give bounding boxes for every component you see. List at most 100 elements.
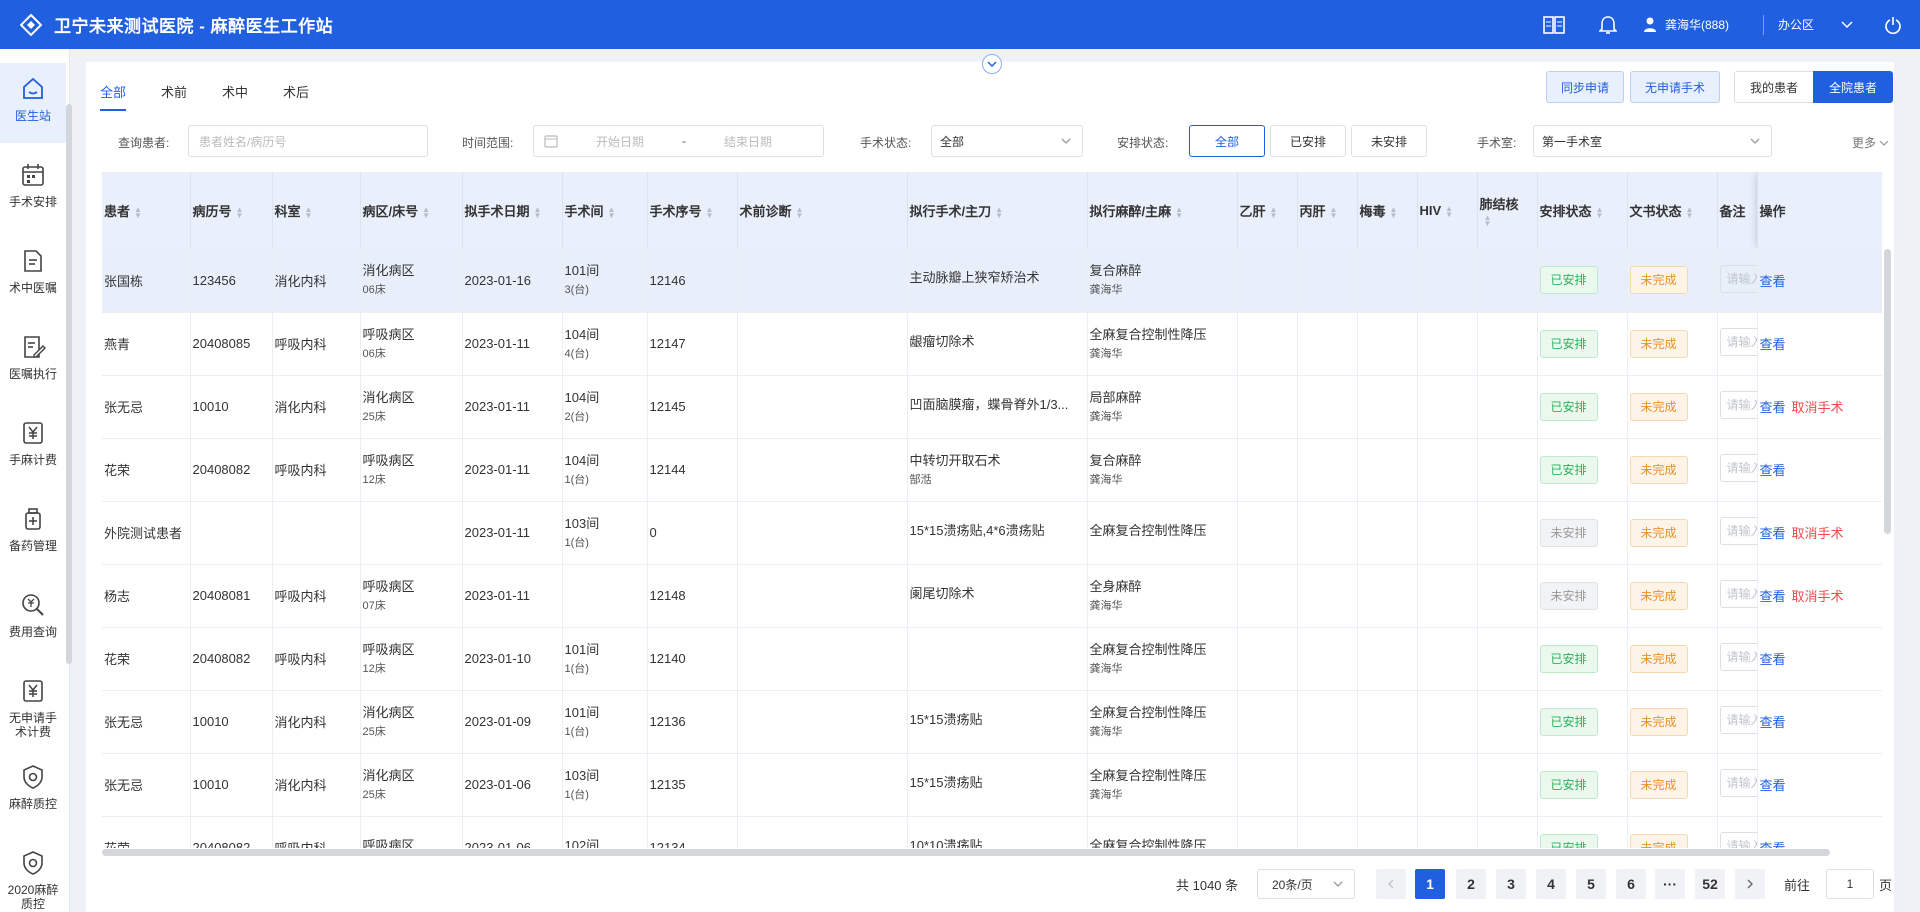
office-selector[interactable]: 办公区 [1778,16,1814,33]
view-link[interactable]: 查看 [1760,715,1786,730]
page-number-button[interactable]: 2 [1456,869,1486,899]
sort-icon[interactable]: ▲ ▼ [1390,205,1398,219]
end-date-input[interactable]: 结束日期 [708,133,788,150]
all-patients-button[interactable]: 全院患者 [1813,71,1893,103]
my-patients-button[interactable]: 我的患者 [1734,71,1814,103]
table-vertical-scrollbar[interactable] [1884,249,1891,534]
arrange-arranged-option[interactable]: 已安排 [1270,125,1346,157]
view-link[interactable]: 查看 [1760,589,1786,604]
sidebar-item-order-execution[interactable]: 医嘱执行 [0,321,66,401]
power-icon[interactable] [1882,14,1904,36]
sync-apply-button[interactable]: 同步申请 [1546,71,1624,103]
table-row[interactable]: 张无忌 10010 消化内科 消化病区 25床 2023-01-06 103间 1(台) 121… [102,753,1882,817]
sort-icon[interactable]: ▲ ▼ [1445,204,1453,218]
page-number-button[interactable]: 4 [1536,869,1566,899]
table-row[interactable]: 外院测试患者 2023-01-11 103间 1(台) 0 15*15溃疡贴,4*6溃疡贴… [102,501,1882,565]
book-icon[interactable] [1543,14,1565,36]
chevron-down-icon[interactable] [1836,14,1858,36]
view-link[interactable]: 查看 [1760,526,1786,541]
date-range-picker[interactable]: 开始日期 - 结束日期 [533,125,824,157]
page-ellipsis[interactable]: ··· [1655,869,1685,899]
operating-room-select[interactable]: 第一手术室 [1533,125,1772,157]
sidebar-item-doctor-station[interactable]: 医生站 [0,63,66,143]
cancel-surgery-link[interactable]: 取消手术 [1792,526,1844,541]
table-horizontal-scrollbar[interactable] [102,849,1830,856]
arrange-unarranged-option[interactable]: 未安排 [1351,125,1427,157]
table-row[interactable]: 花荣 20408082 呼吸内科 呼吸病区 12床 2023-01-11 104间 1(台) 1… [102,438,1882,502]
view-link[interactable]: 查看 [1760,463,1786,478]
view-link[interactable]: 查看 [1760,652,1786,667]
memo-input[interactable]: 请输入 [1719,832,1756,848]
sort-icon[interactable]: ▲ ▼ [236,205,244,219]
sidebar-item-medicine-prep[interactable]: 备药管理 [0,493,66,573]
user-menu[interactable]: 龚海华(888) [1643,16,1729,33]
next-page-button[interactable] [1735,869,1765,899]
sidebar-item-surgery-schedule[interactable]: 手术安排 [0,149,66,229]
page-number-button[interactable]: 1 [1415,869,1445,899]
page-number-button[interactable]: 6 [1616,869,1646,899]
tab-all[interactable]: 全部 [100,82,127,111]
view-link[interactable]: 查看 [1760,274,1786,289]
bell-icon[interactable] [1597,14,1619,36]
sidebar-item-no-apply-billing[interactable]: 无申请手术计费 [0,665,66,745]
page-number-button[interactable]: 5 [1576,869,1606,899]
memo-input[interactable]: 请输入 [1719,391,1756,419]
sidebar-item-fee-query[interactable]: 费用查询 [0,579,66,659]
sort-icon[interactable]: ▲ ▼ [422,205,430,219]
sort-icon[interactable]: ▲ ▼ [995,205,1003,219]
sort-icon[interactable]: ▲ ▼ [305,205,313,219]
sort-icon[interactable]: ▲ ▼ [1330,205,1338,219]
sort-icon[interactable]: ▲ ▼ [1686,205,1694,219]
sort-icon[interactable]: ▲ ▼ [1596,205,1604,219]
sort-icon[interactable]: ▲ ▼ [1484,214,1492,228]
table-row[interactable]: 燕青 20408085 呼吸内科 呼吸病区 06床 2023-01-11 104间 4(台) 1… [102,312,1882,376]
cancel-surgery-link[interactable]: 取消手术 [1792,589,1844,604]
table-row[interactable]: 杨志 20408081 呼吸内科 呼吸病区 07床 2023-01-11 12148 阑尾切除… [102,564,1882,628]
table-row[interactable]: 花荣 20408082 呼吸内科 呼吸病区 12床 2023-01-10 101间 1(台) 1… [102,627,1882,691]
memo-input[interactable]: 请输入 [1719,264,1756,293]
memo-input[interactable]: 请输入 [1719,769,1756,797]
tab-postop[interactable]: 术后 [283,82,309,111]
tab-intraop[interactable]: 术中 [222,82,248,111]
surgery-status-select[interactable]: 全部 [931,125,1083,157]
cancel-surgery-link[interactable]: 取消手术 [1792,400,1844,415]
memo-input[interactable]: 请输入 [1719,643,1756,671]
more-filters-toggle[interactable]: 更多 [1852,134,1889,151]
sort-icon[interactable]: ▲ ▼ [534,205,542,219]
page-size-select[interactable]: 20条/页 [1257,869,1355,899]
prev-page-button[interactable] [1376,869,1406,899]
view-link[interactable]: 查看 [1760,778,1786,793]
sidebar-item-intraop-orders[interactable]: 术中医嘱 [0,235,66,315]
view-link[interactable]: 查看 [1760,337,1786,352]
table-row[interactable]: 张国栋 123456 消化内科 消化病区 06床 2023-01-16 101间 3(台) 12… [102,249,1882,313]
page-number-button[interactable]: 52 [1695,869,1725,899]
sidebar-item-anesthesia-billing[interactable]: 手麻计费 [0,407,66,487]
start-date-input[interactable]: 开始日期 [580,133,660,150]
view-link[interactable]: 查看 [1760,400,1786,415]
sort-icon[interactable]: ▲ ▼ [796,205,804,219]
sidebar-item-anesthesia-qc[interactable]: 麻醉质控 [0,751,66,831]
patient-search-input[interactable]: 患者姓名/病历号 [188,125,428,157]
tab-preop[interactable]: 术前 [161,82,187,111]
sort-icon[interactable]: ▲ ▼ [134,205,142,219]
sort-icon[interactable]: ▲ ▼ [706,205,714,219]
table-row[interactable]: 花荣 20408082 呼吸内科 呼吸病区 2023-01-06 102间 12134 10*… [102,816,1882,848]
page-number-button[interactable]: 3 [1496,869,1526,899]
sort-icon[interactable]: ▲ ▼ [1175,205,1183,219]
memo-input[interactable]: 请输入 [1719,328,1756,356]
no-apply-surgery-button[interactable]: 无申请手术 [1630,71,1720,103]
sort-icon[interactable]: ▲ ▼ [1270,205,1278,219]
memo-input[interactable]: 请输入 [1719,580,1756,608]
goto-page-input[interactable]: 1 [1826,869,1874,899]
memo-input[interactable]: 请输入 [1719,517,1756,545]
table-row[interactable]: 张无忌 10010 消化内科 消化病区 25床 2023-01-11 104间 2(台) 121… [102,375,1882,439]
memo-input[interactable]: 请输入 [1719,706,1756,734]
view-link[interactable]: 查看 [1760,841,1786,848]
memo-input[interactable]: 请输入 [1719,454,1756,482]
sort-icon[interactable]: ▲ ▼ [608,205,616,219]
sidebar-item-2020-anesthesia-qc[interactable]: 2020麻醉质控 [0,837,66,912]
collapse-toggle-icon[interactable] [982,54,1002,74]
sidebar-scrollbar[interactable] [66,104,72,664]
arrange-all-option[interactable]: 全部 [1189,125,1265,157]
table-row[interactable]: 张无忌 10010 消化内科 消化病区 25床 2023-01-09 101间 1(台) 121… [102,690,1882,754]
